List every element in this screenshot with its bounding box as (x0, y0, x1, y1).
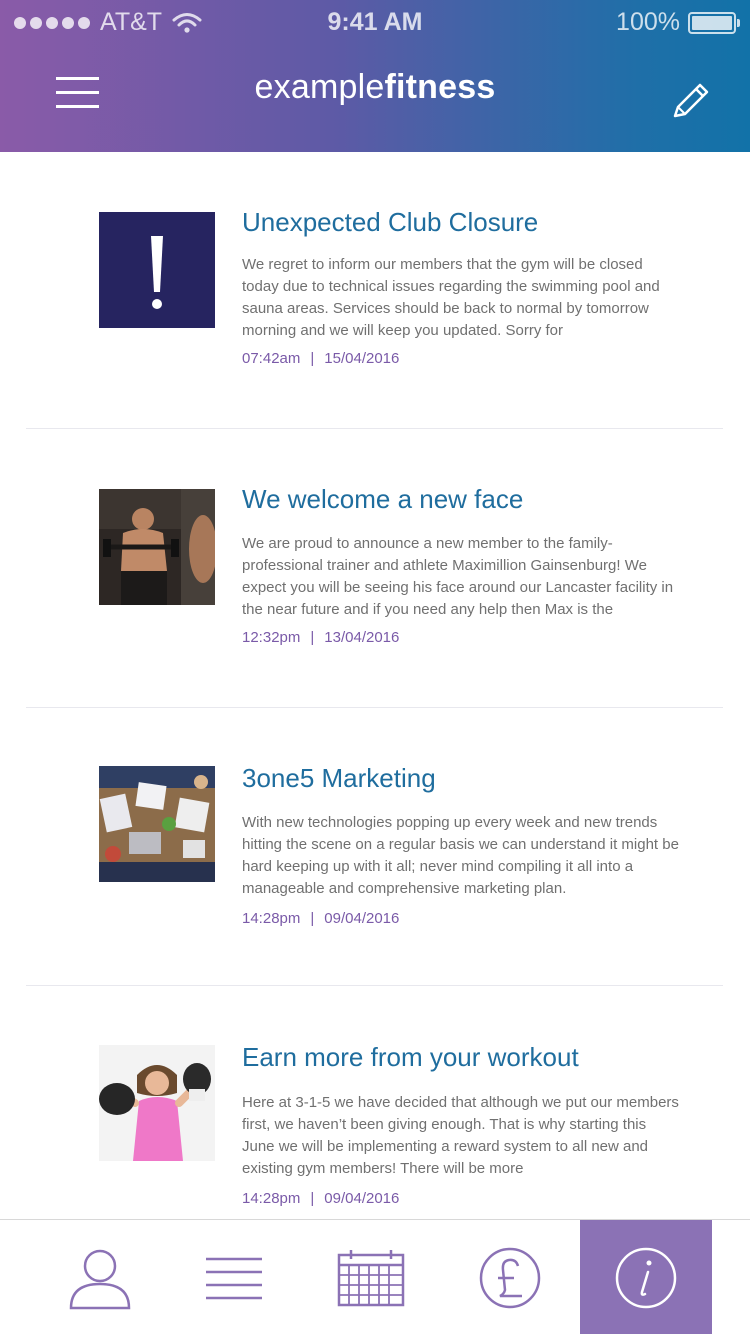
tab-profile[interactable] (34, 1220, 166, 1334)
news-excerpt: With new technologies popping up every w… (242, 814, 679, 897)
news-date: 15/04/2016 (324, 350, 400, 367)
tab-calendar[interactable] (305, 1220, 437, 1334)
news-item[interactable]: Earn more from your workout Here at 3-1-… (26, 986, 723, 1218)
news-item[interactable]: Unexpected Club Closure We regret to inf… (26, 152, 723, 429)
news-timestamp: 07:42am | 15/04/2016 (242, 350, 399, 367)
news-title: 3one5 Marketing (242, 763, 436, 793)
brand-light: example (254, 68, 385, 106)
news-title: We welcome a new face (242, 484, 524, 514)
app-brand: examplefitness (0, 68, 750, 107)
news-time: 14:28pm (242, 910, 301, 927)
news-date: 09/04/2016 (324, 910, 400, 927)
tab-list[interactable] (168, 1220, 300, 1334)
calendar-icon (337, 1249, 405, 1306)
meta-separator: | (310, 629, 315, 646)
battery-status: 100% (616, 8, 740, 37)
brand-bold: fitness (384, 68, 496, 106)
trainer-photo (99, 489, 215, 605)
news-excerpt: We regret to inform our members that the… (242, 256, 660, 339)
news-time: 14:28pm (242, 1190, 301, 1207)
news-excerpt: Here at 3-1-5 we have decided that altho… (242, 1094, 679, 1177)
alert-icon (99, 212, 215, 328)
news-time: 07:42am (242, 350, 301, 367)
list-icon (206, 1257, 262, 1299)
pound-icon (479, 1247, 541, 1308)
tab-payments[interactable] (444, 1220, 576, 1334)
news-time: 12:32pm (242, 629, 301, 646)
meta-separator: | (310, 1190, 315, 1207)
meta-separator: | (310, 350, 315, 367)
news-title: Earn more from your workout (242, 1042, 579, 1072)
app-header: AT&T 9:41 AM 100% examplefitness (0, 0, 750, 152)
news-excerpt: We are proud to announce a new member to… (242, 535, 674, 618)
tab-info[interactable] (580, 1220, 712, 1334)
meta-separator: | (310, 910, 315, 927)
battery-percent: 100% (616, 8, 680, 36)
news-timestamp: 12:32pm | 13/04/2016 (242, 629, 399, 646)
meeting-photo (99, 766, 215, 882)
news-date: 13/04/2016 (324, 629, 400, 646)
bottom-tab-bar (0, 1219, 750, 1334)
news-item[interactable]: 3one5 Marketing With new technologies po… (26, 708, 723, 986)
profile-icon (69, 1249, 131, 1309)
battery-icon (688, 11, 740, 34)
news-timestamp: 14:28pm | 09/04/2016 (242, 910, 399, 927)
news-title: Unexpected Club Closure (242, 207, 539, 237)
news-item[interactable]: We welcome a new face We are proud to an… (26, 429, 723, 708)
pencil-icon[interactable] (670, 80, 712, 122)
info-icon (615, 1247, 677, 1308)
boxer-photo (99, 1045, 215, 1161)
news-date: 09/04/2016 (324, 1190, 400, 1207)
news-feed: Unexpected Club Closure We regret to inf… (0, 152, 750, 1218)
status-bar: AT&T 9:41 AM 100% (0, 0, 750, 44)
news-timestamp: 14:28pm | 09/04/2016 (242, 1190, 399, 1207)
